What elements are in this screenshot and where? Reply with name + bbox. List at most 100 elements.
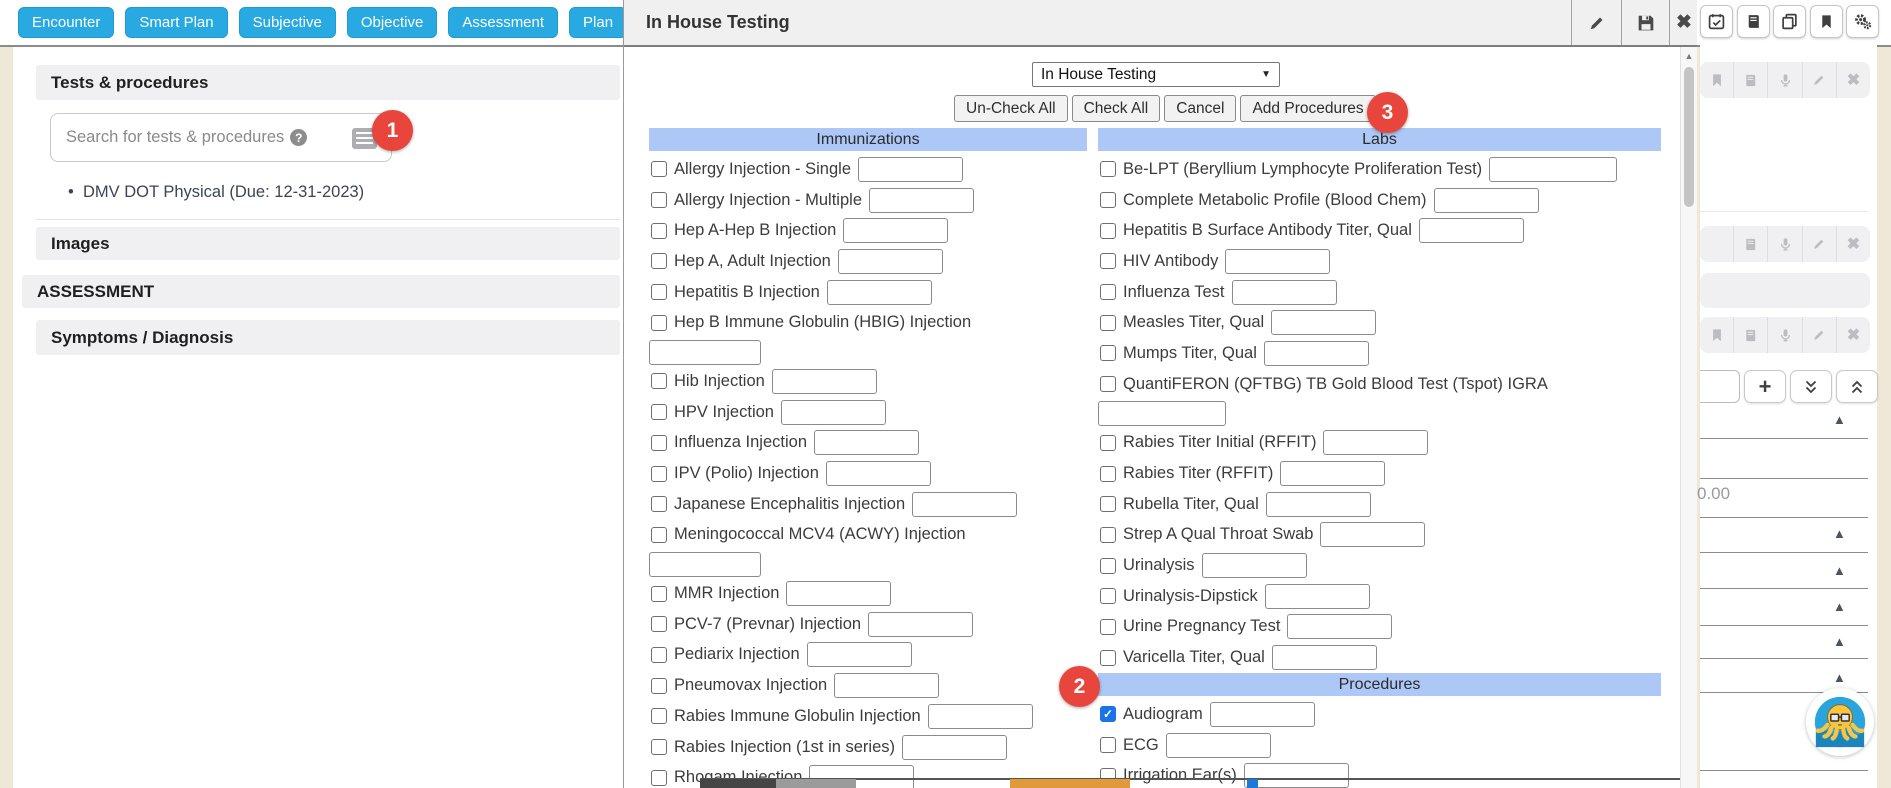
checkbox-rabies-injection-1st-in-series[interactable] bbox=[651, 739, 667, 755]
edit-button[interactable] bbox=[1571, 0, 1621, 45]
collapse-row-icon[interactable]: ▲ bbox=[1833, 412, 1846, 427]
checkbox-influenza-injection[interactable] bbox=[651, 435, 667, 451]
collapse-row-icon[interactable]: ▲ bbox=[1833, 670, 1846, 685]
search-input[interactable]: Search for tests & procedures ? bbox=[50, 113, 392, 162]
check-all-button[interactable]: Check All bbox=[1072, 95, 1161, 122]
value-input-varicella-titer-qual[interactable] bbox=[1272, 645, 1377, 670]
checkbox-hep-a-adult-injection[interactable] bbox=[651, 253, 667, 269]
smart-plan-button[interactable]: Smart Plan bbox=[125, 7, 227, 38]
help-icon[interactable]: ? bbox=[290, 129, 307, 146]
checkbox-be-lpt-beryllium-lymphocyte-proliferation-test[interactable] bbox=[1100, 161, 1116, 177]
checkbox-influenza-test[interactable] bbox=[1100, 284, 1116, 300]
value-input-japanese-encephalitis-injection[interactable] bbox=[912, 492, 1017, 517]
checkbox-allergy-injection-single[interactable] bbox=[651, 161, 667, 177]
book-icon[interactable] bbox=[1733, 317, 1767, 353]
calendar-check-button[interactable] bbox=[1700, 5, 1733, 38]
expand-all-button[interactable] bbox=[1790, 370, 1832, 403]
section-images[interactable]: Images bbox=[36, 227, 620, 260]
assessment-button[interactable]: Assessment bbox=[448, 7, 558, 38]
value-input-ecg[interactable] bbox=[1166, 733, 1271, 758]
value-input-rabies-immune-globulin-injection[interactable] bbox=[928, 704, 1033, 729]
checkbox-mmr-injection[interactable] bbox=[651, 586, 667, 602]
checkbox-hpv-injection[interactable] bbox=[651, 404, 667, 420]
checkbox-urine-pregnancy-test[interactable] bbox=[1100, 619, 1116, 635]
text-input-fragment[interactable] bbox=[1700, 370, 1740, 403]
checkbox-strep-a-qual-throat-swab[interactable] bbox=[1100, 527, 1116, 543]
value-input-allergy-injection-single[interactable] bbox=[858, 157, 963, 182]
pencil-icon[interactable] bbox=[1802, 317, 1836, 353]
pencil-icon[interactable] bbox=[1802, 226, 1836, 262]
value-input-urine-pregnancy-test[interactable] bbox=[1287, 614, 1392, 639]
value-input-pneumovax-injection[interactable] bbox=[834, 673, 939, 698]
checkbox-ecg[interactable] bbox=[1100, 737, 1116, 753]
value-input-hep-a-hep-b-injection[interactable] bbox=[843, 218, 948, 243]
checkbox-urinalysis-dipstick[interactable] bbox=[1100, 588, 1116, 604]
checkbox-measles-titer-qual[interactable] bbox=[1100, 315, 1116, 331]
value-input-quantiferon-qftbg-tb-gold-blood-test-tspot-igra[interactable] bbox=[1098, 401, 1226, 426]
collapse-all-button[interactable] bbox=[1836, 370, 1878, 403]
value-input-rubella-titer-qual[interactable] bbox=[1266, 492, 1371, 517]
scrollbar-thumb[interactable] bbox=[1684, 67, 1694, 207]
checkbox-varicella-titer-qual[interactable] bbox=[1100, 650, 1116, 666]
bookmark-button[interactable] bbox=[1810, 5, 1843, 38]
value-input-be-lpt-beryllium-lymphocyte-proliferation-test[interactable] bbox=[1489, 157, 1617, 182]
value-input-hiv-antibody[interactable] bbox=[1225, 249, 1330, 274]
checkbox-rubella-titer-qual[interactable] bbox=[1100, 496, 1116, 512]
value-input-meningococcal-mcv4-acwy-injection[interactable] bbox=[649, 552, 761, 577]
checkbox-pcv-7-prevnar-injection[interactable] bbox=[651, 616, 667, 632]
value-input-influenza-injection[interactable] bbox=[814, 430, 919, 455]
checkbox-japanese-encephalitis-injection[interactable] bbox=[651, 496, 667, 512]
section-symptoms-diagnosis[interactable]: Symptoms / Diagnosis bbox=[36, 320, 620, 355]
value-input-rabies-injection-1st-in-series[interactable] bbox=[902, 735, 1007, 760]
value-input-ipv-polio-injection[interactable] bbox=[826, 461, 931, 486]
value-input-rabies-titer-rffit[interactable] bbox=[1280, 461, 1385, 486]
close-dialog-button[interactable]: ✖ bbox=[1669, 0, 1698, 45]
value-input-strep-a-qual-throat-swab[interactable] bbox=[1320, 522, 1425, 547]
checkbox-urinalysis[interactable] bbox=[1100, 558, 1116, 574]
checkbox-rabies-titer-rffit[interactable] bbox=[1100, 466, 1116, 482]
value-input-hpv-injection[interactable] bbox=[781, 400, 886, 425]
add-procedures-button[interactable]: Add Procedures bbox=[1240, 95, 1375, 122]
checkbox-hib-injection[interactable] bbox=[651, 373, 667, 389]
checkbox-quantiferon-qftbg-tb-gold-blood-test-tspot-igra[interactable] bbox=[1100, 376, 1116, 392]
value-input-measles-titer-qual[interactable] bbox=[1271, 310, 1376, 335]
close-icon[interactable]: ✖ bbox=[1836, 62, 1870, 98]
add-button[interactable]: + bbox=[1744, 370, 1786, 403]
value-input-allergy-injection-multiple[interactable] bbox=[869, 188, 974, 213]
checkbox-hepatitis-b-surface-antibody-titer-qual[interactable] bbox=[1100, 223, 1116, 239]
checkbox-mumps-titer-qual[interactable] bbox=[1100, 345, 1116, 361]
value-input-audiogram[interactable] bbox=[1210, 702, 1315, 727]
checkbox-meningococcal-mcv4-acwy-injection[interactable] bbox=[651, 527, 667, 543]
checkbox-hep-a-hep-b-injection[interactable] bbox=[651, 223, 667, 239]
collapse-row-icon[interactable]: ▲ bbox=[1833, 563, 1846, 578]
collapse-row-icon[interactable]: ▲ bbox=[1833, 526, 1846, 541]
book-icon[interactable] bbox=[1733, 62, 1767, 98]
bookmark-icon[interactable] bbox=[1700, 62, 1733, 98]
scroll-up-icon[interactable]: ▲ bbox=[1681, 47, 1697, 61]
value-input-irrigation-ear-s[interactable] bbox=[1244, 763, 1349, 788]
dialog-scrollbar[interactable]: ▲ bbox=[1680, 47, 1697, 788]
mascot-avatar[interactable] bbox=[1806, 688, 1874, 756]
checkbox-ipv-polio-injection[interactable] bbox=[651, 466, 667, 482]
microphone-icon[interactable] bbox=[1767, 226, 1801, 262]
settings-gears-button[interactable] bbox=[1846, 5, 1879, 38]
value-input-urinalysis[interactable] bbox=[1202, 553, 1307, 578]
close-icon[interactable]: ✖ bbox=[1836, 317, 1870, 353]
un-check-all-button[interactable]: Un-Check All bbox=[954, 95, 1068, 122]
subjective-button[interactable]: Subjective bbox=[239, 7, 336, 38]
value-input-mumps-titer-qual[interactable] bbox=[1264, 341, 1369, 366]
value-input-urinalysis-dipstick[interactable] bbox=[1265, 584, 1370, 609]
encounter-button[interactable]: Encounter bbox=[18, 7, 114, 38]
checkbox-pediarix-injection[interactable] bbox=[651, 647, 667, 663]
value-input-hepatitis-b-injection[interactable] bbox=[827, 280, 932, 305]
bookmark-icon[interactable] bbox=[1700, 317, 1733, 353]
checkbox-hiv-antibody[interactable] bbox=[1100, 253, 1116, 269]
value-input-complete-metabolic-profile-blood-chem[interactable] bbox=[1434, 188, 1539, 213]
objective-button[interactable]: Objective bbox=[347, 7, 438, 38]
value-input-influenza-test[interactable] bbox=[1232, 280, 1337, 305]
pencil-icon[interactable] bbox=[1802, 62, 1836, 98]
value-input-pcv-7-prevnar-injection[interactable] bbox=[868, 612, 973, 637]
value-input-pediarix-injection[interactable] bbox=[807, 642, 912, 667]
plan-button[interactable]: Plan bbox=[569, 7, 627, 38]
value-input-hep-a-adult-injection[interactable] bbox=[838, 249, 943, 274]
